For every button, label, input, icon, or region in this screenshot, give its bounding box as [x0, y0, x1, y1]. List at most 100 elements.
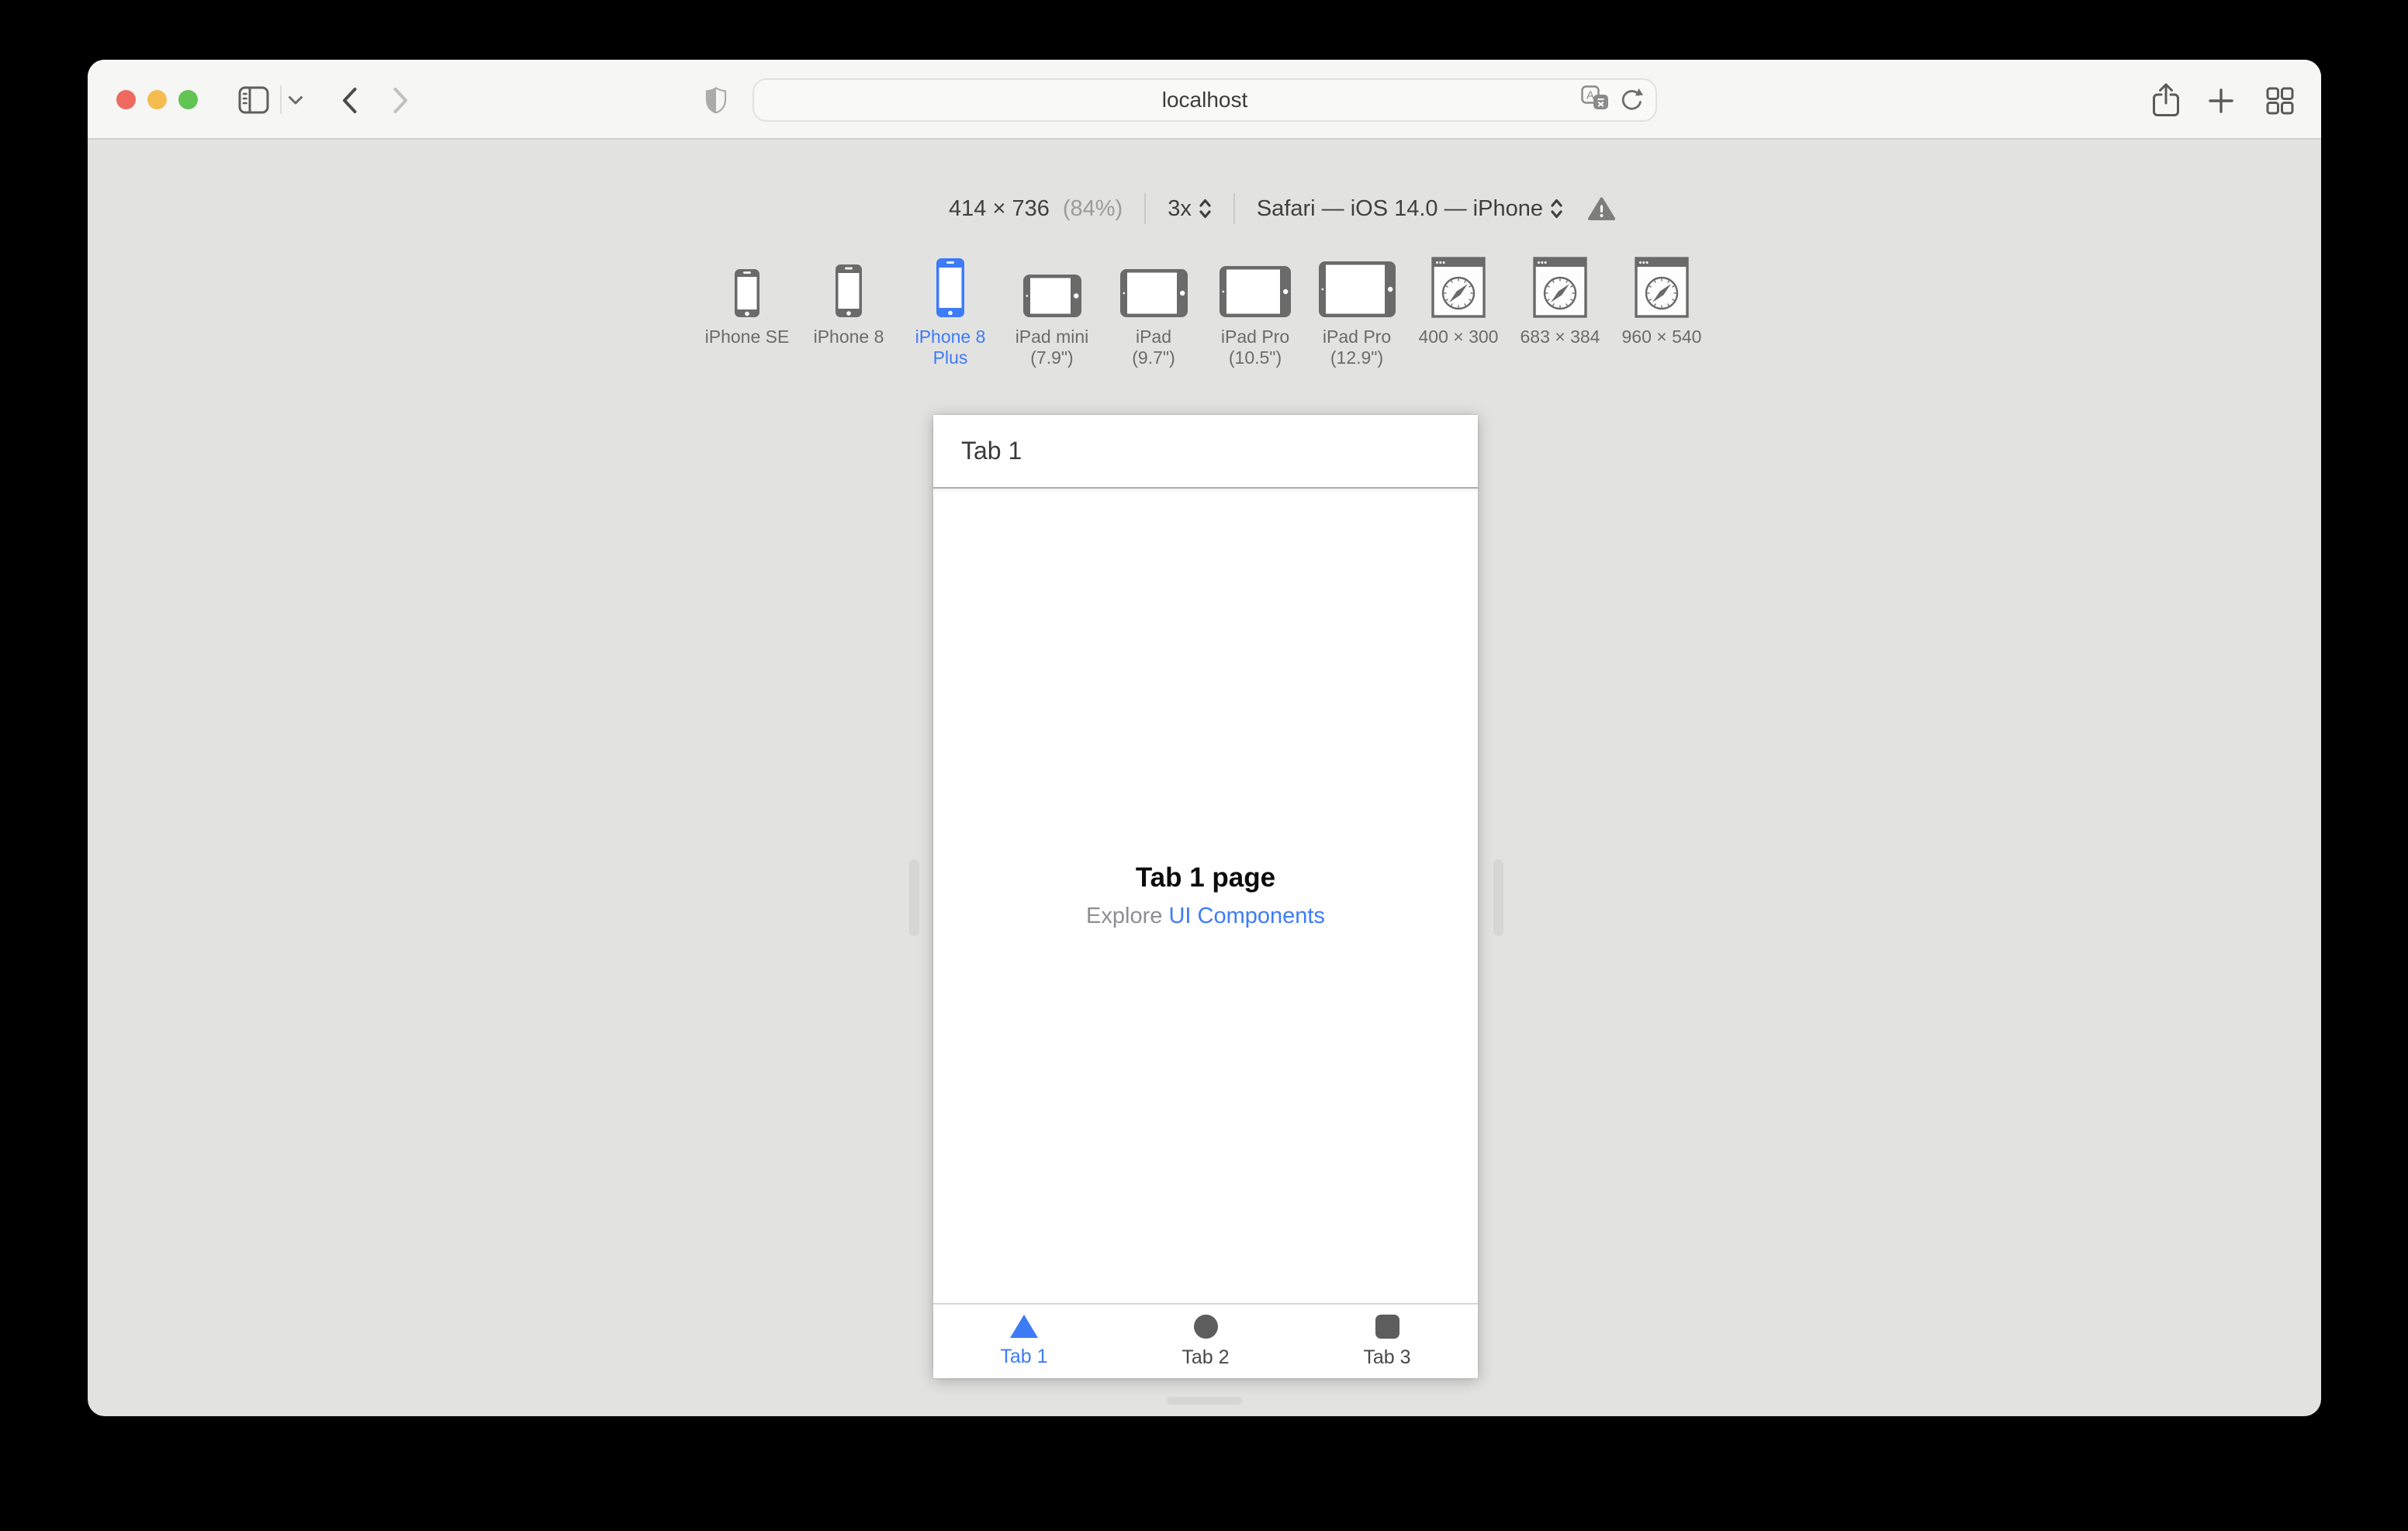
user-agent-stepper[interactable] — [1550, 198, 1563, 219]
device-label: 683 × 384 — [1520, 327, 1600, 347]
device-label: 960 × 540 — [1621, 327, 1702, 347]
minimize-button[interactable] — [147, 90, 167, 109]
share-icon — [2153, 83, 2179, 116]
square-icon — [1375, 1314, 1399, 1339]
device-selector-strip: iPhone SE iPhone 8 iPhone 8 Plus iPad min… — [88, 256, 2321, 368]
back-button[interactable] — [338, 85, 360, 116]
device-icon-box — [1533, 256, 1587, 318]
device-iphone-8[interactable]: iPhone 8 — [798, 256, 900, 368]
translate-icon: A — [1581, 85, 1608, 109]
tab-overview-button[interactable] — [2264, 85, 2296, 116]
phone-icon — [836, 264, 862, 317]
device-custom-400x300[interactable]: 400 × 300 — [1408, 256, 1510, 368]
window-controls — [116, 90, 198, 109]
device-label: iPad Pro (12.9") — [1322, 327, 1392, 368]
device-custom-960x540[interactable]: 960 × 540 — [1611, 256, 1713, 368]
forward-icon — [393, 87, 407, 113]
browser-window-icon — [1533, 257, 1587, 318]
scale-factor-stepper[interactable] — [1199, 198, 1212, 219]
page-subtitle: Explore UI Components — [1086, 904, 1325, 929]
tab-label: Tab 2 — [1182, 1346, 1230, 1368]
info-divider — [1144, 193, 1147, 224]
ui-components-link[interactable]: UI Components — [1168, 904, 1325, 928]
share-button[interactable] — [2150, 81, 2182, 119]
viewport-dimensions: 414 × 736 — [949, 195, 1050, 221]
phone-icon — [936, 258, 964, 317]
device-label: 400 × 300 — [1418, 327, 1499, 347]
tab-overview-icon — [2266, 87, 2294, 115]
browser-toolbar: localhost A — [88, 60, 2321, 140]
preview-tab-tab-3[interactable]: Tab 3 — [1296, 1305, 1478, 1378]
device-icon-box — [835, 256, 863, 318]
explore-text: Explore — [1086, 904, 1163, 928]
resize-handle-bottom[interactable] — [1167, 1397, 1242, 1405]
page-title: Tab 1 page — [1135, 862, 1276, 893]
tab-label: Tab 1 — [1000, 1346, 1048, 1367]
device-custom-683x384[interactable]: 683 × 384 — [1510, 256, 1611, 368]
preview-tab-tab-2[interactable]: Tab 2 — [1115, 1305, 1296, 1378]
warning-triangle-icon — [1587, 197, 1615, 220]
device-icon-box — [1635, 256, 1689, 318]
reload-button[interactable] — [1619, 85, 1643, 116]
browser-window-icon — [1635, 257, 1689, 318]
device-icon-box — [1219, 256, 1292, 318]
circle-icon — [1193, 1314, 1218, 1339]
resize-handle-right[interactable] — [1493, 859, 1503, 936]
back-icon — [342, 87, 356, 113]
device-icon-box — [936, 256, 965, 318]
address-bar[interactable]: localhost A — [752, 78, 1657, 122]
svg-text:A: A — [1586, 89, 1594, 102]
device-ipad-pro-12-9[interactable]: iPad Pro (12.9") — [1306, 256, 1408, 368]
plus-icon — [2209, 88, 2233, 113]
sidebar-menu-button[interactable] — [286, 94, 305, 106]
viewport-zoom: (84%) — [1062, 195, 1123, 221]
device-icon-box — [734, 256, 760, 318]
device-ipad-mini[interactable]: iPad mini (7.9") — [1002, 256, 1103, 368]
device-label: iPhone SE — [704, 327, 790, 347]
scale-factor-value: 3x — [1168, 195, 1192, 221]
device-label: iPhone 8 — [813, 327, 884, 347]
device-ipad[interactable]: iPad (9.7") — [1103, 256, 1205, 368]
device-label: iPad Pro (10.5") — [1220, 327, 1290, 368]
preview-nav-title: Tab 1 — [961, 437, 1022, 465]
translate-button[interactable]: A — [1581, 85, 1610, 115]
privacy-shield-icon — [705, 87, 727, 113]
toolbar-divider — [280, 85, 282, 114]
sidebar-toggle-button[interactable] — [237, 85, 271, 116]
preview-tab-bar: Tab 1 Tab 2 Tab 3 — [933, 1303, 1478, 1378]
triangle-icon — [1010, 1315, 1038, 1338]
device-icon-box — [1431, 256, 1486, 318]
tablet-icon — [1119, 269, 1188, 317]
device-label: iPad mini (7.9") — [1015, 327, 1089, 368]
device-label: iPhone 8 Plus — [915, 327, 986, 368]
tablet-icon — [1220, 266, 1291, 317]
info-divider — [1233, 193, 1235, 224]
preview-nav-bar: Tab 1 — [933, 415, 1478, 489]
close-button[interactable] — [116, 90, 136, 109]
device-icon-box — [1022, 256, 1082, 318]
chevron-down-icon — [289, 95, 303, 104]
phone-icon — [735, 269, 759, 317]
resize-handle-left[interactable] — [909, 859, 919, 936]
device-iphone-8-plus[interactable]: iPhone 8 Plus — [900, 256, 1002, 368]
browser-window-icon — [1431, 257, 1486, 318]
device-icon-box — [1318, 256, 1396, 318]
tablet-icon — [1022, 275, 1081, 317]
device-label: iPad (9.7") — [1132, 327, 1175, 368]
device-iphone-se[interactable]: iPhone SE — [697, 256, 798, 368]
console-warning-button[interactable] — [1587, 197, 1615, 221]
device-preview: Tab 1 Tab 1 page Explore UI Components T… — [933, 415, 1478, 1378]
zoom-button[interactable] — [178, 90, 198, 109]
device-ipad-pro-10-5[interactable]: iPad Pro (10.5") — [1205, 256, 1306, 368]
forward-button[interactable] — [389, 85, 411, 116]
privacy-report-button[interactable] — [704, 85, 728, 115]
new-tab-button[interactable] — [2207, 87, 2235, 115]
user-agent-value: Safari — iOS 14.0 — iPhone — [1256, 195, 1543, 221]
sidebar-icon — [238, 86, 269, 114]
rdm-info-row: 414 × 736 (84%) 3x Safari — iOS 14.0 — i… — [165, 193, 2321, 224]
safari-window: localhost A 414 × 736 (84%) 3x Safari — … — [88, 60, 2321, 1416]
preview-tab-tab-1[interactable]: Tab 1 — [933, 1305, 1115, 1378]
preview-page-content: Tab 1 page Explore UI Components — [933, 489, 1478, 1303]
tablet-icon — [1318, 261, 1396, 317]
address-bar-url: localhost — [1161, 88, 1248, 112]
